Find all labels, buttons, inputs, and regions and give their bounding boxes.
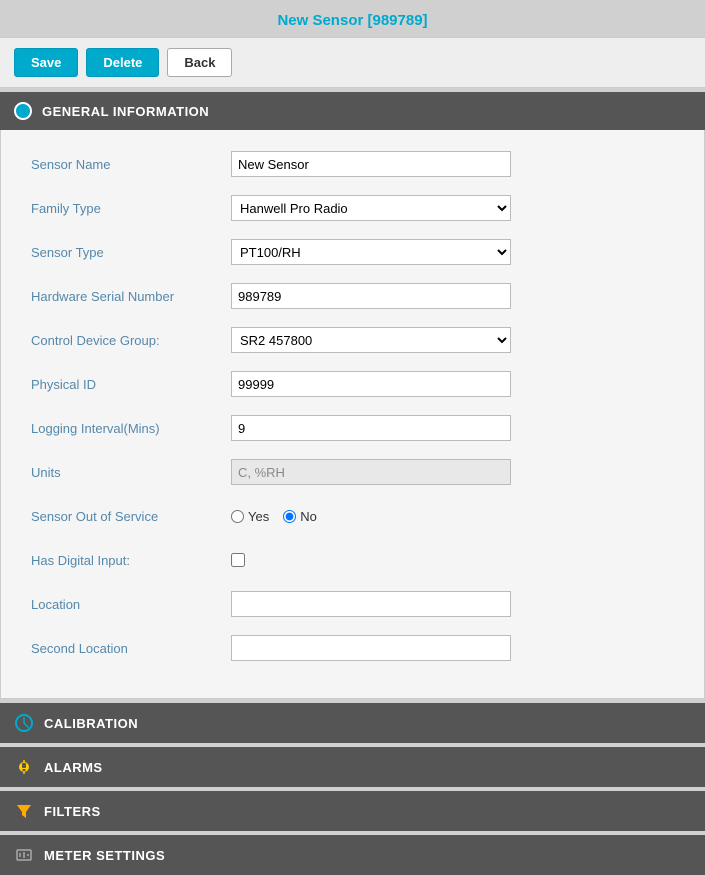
sensor-type-label: Sensor Type bbox=[31, 245, 231, 260]
calibration-section-header[interactable]: CALIBRATION bbox=[0, 703, 705, 743]
general-info-icon bbox=[14, 102, 32, 120]
meter-settings-icon bbox=[14, 845, 34, 865]
filters-section-header[interactable]: FILTERS bbox=[0, 791, 705, 831]
family-type-field[interactable]: Hanwell Pro Radio bbox=[231, 195, 511, 221]
physical-id-field[interactable] bbox=[231, 371, 511, 397]
out-of-service-no-radio[interactable] bbox=[283, 510, 296, 523]
back-button[interactable]: Back bbox=[167, 48, 232, 77]
control-device-select[interactable]: SR2 457800 bbox=[231, 327, 511, 353]
second-location-field[interactable] bbox=[231, 635, 511, 661]
location-row: Location bbox=[31, 590, 674, 618]
out-of-service-field: Yes No bbox=[231, 509, 511, 524]
digital-input-label: Has Digital Input: bbox=[31, 553, 231, 568]
out-of-service-row: Sensor Out of Service Yes No bbox=[31, 502, 674, 530]
sensor-type-select[interactable]: PT100/RH bbox=[231, 239, 511, 265]
general-information-content: Sensor Name Family Type Hanwell Pro Radi… bbox=[0, 130, 705, 699]
family-type-label: Family Type bbox=[31, 201, 231, 216]
calibration-label: CALIBRATION bbox=[44, 716, 138, 731]
meter-settings-label: METER SETTINGS bbox=[44, 848, 165, 863]
logging-interval-input[interactable] bbox=[231, 415, 511, 441]
control-device-label: Control Device Group: bbox=[31, 333, 231, 348]
control-device-field[interactable]: SR2 457800 bbox=[231, 327, 511, 353]
delete-button[interactable]: Delete bbox=[86, 48, 159, 77]
units-row: Units bbox=[31, 458, 674, 486]
physical-id-row: Physical ID bbox=[31, 370, 674, 398]
digital-input-checkbox[interactable] bbox=[231, 553, 245, 567]
control-device-row: Control Device Group: SR2 457800 bbox=[31, 326, 674, 354]
family-type-row: Family Type Hanwell Pro Radio bbox=[31, 194, 674, 222]
sensor-type-row: Sensor Type PT100/RH bbox=[31, 238, 674, 266]
sensor-name-label: Sensor Name bbox=[31, 157, 231, 172]
location-input[interactable] bbox=[231, 591, 511, 617]
hardware-serial-field[interactable] bbox=[231, 283, 511, 309]
units-field bbox=[231, 459, 511, 485]
hardware-serial-input[interactable] bbox=[231, 283, 511, 309]
out-of-service-no-label[interactable]: No bbox=[283, 509, 317, 524]
physical-id-input[interactable] bbox=[231, 371, 511, 397]
filters-label: FILTERS bbox=[44, 804, 101, 819]
general-info-label: GENERAL INFORMATION bbox=[42, 104, 209, 119]
hardware-serial-label: Hardware Serial Number bbox=[31, 289, 231, 304]
out-of-service-yes-label[interactable]: Yes bbox=[231, 509, 269, 524]
units-label: Units bbox=[31, 465, 231, 480]
sensor-name-row: Sensor Name bbox=[31, 150, 674, 178]
general-information-header[interactable]: GENERAL INFORMATION bbox=[0, 92, 705, 130]
meter-settings-section-header[interactable]: METER SETTINGS bbox=[0, 835, 705, 875]
alarms-label: ALARMS bbox=[44, 760, 103, 775]
digital-input-field[interactable] bbox=[231, 553, 511, 567]
second-location-label: Second Location bbox=[31, 641, 231, 656]
sensor-name-field[interactable] bbox=[231, 151, 511, 177]
second-location-row: Second Location bbox=[31, 634, 674, 662]
hardware-serial-row: Hardware Serial Number bbox=[31, 282, 674, 310]
page-title: New Sensor [989789] bbox=[0, 0, 705, 37]
sensor-name-input[interactable] bbox=[231, 151, 511, 177]
toolbar: Save Delete Back bbox=[0, 37, 705, 88]
physical-id-label: Physical ID bbox=[31, 377, 231, 392]
logging-interval-row: Logging Interval(Mins) bbox=[31, 414, 674, 442]
location-field[interactable] bbox=[231, 591, 511, 617]
save-button[interactable]: Save bbox=[14, 48, 78, 77]
filters-icon bbox=[14, 801, 34, 821]
out-of-service-label: Sensor Out of Service bbox=[31, 509, 231, 524]
alarms-section-header[interactable]: ALARMS bbox=[0, 747, 705, 787]
digital-input-row: Has Digital Input: bbox=[31, 546, 674, 574]
out-of-service-no-text: No bbox=[300, 509, 317, 524]
sensor-type-field[interactable]: PT100/RH bbox=[231, 239, 511, 265]
location-label: Location bbox=[31, 597, 231, 612]
logging-interval-label: Logging Interval(Mins) bbox=[31, 421, 231, 436]
logging-interval-field[interactable] bbox=[231, 415, 511, 441]
out-of-service-yes-text: Yes bbox=[248, 509, 269, 524]
calibration-icon bbox=[14, 713, 34, 733]
alarms-icon bbox=[14, 757, 34, 777]
second-location-input[interactable] bbox=[231, 635, 511, 661]
out-of-service-yes-radio[interactable] bbox=[231, 510, 244, 523]
units-input bbox=[231, 459, 511, 485]
family-type-select[interactable]: Hanwell Pro Radio bbox=[231, 195, 511, 221]
